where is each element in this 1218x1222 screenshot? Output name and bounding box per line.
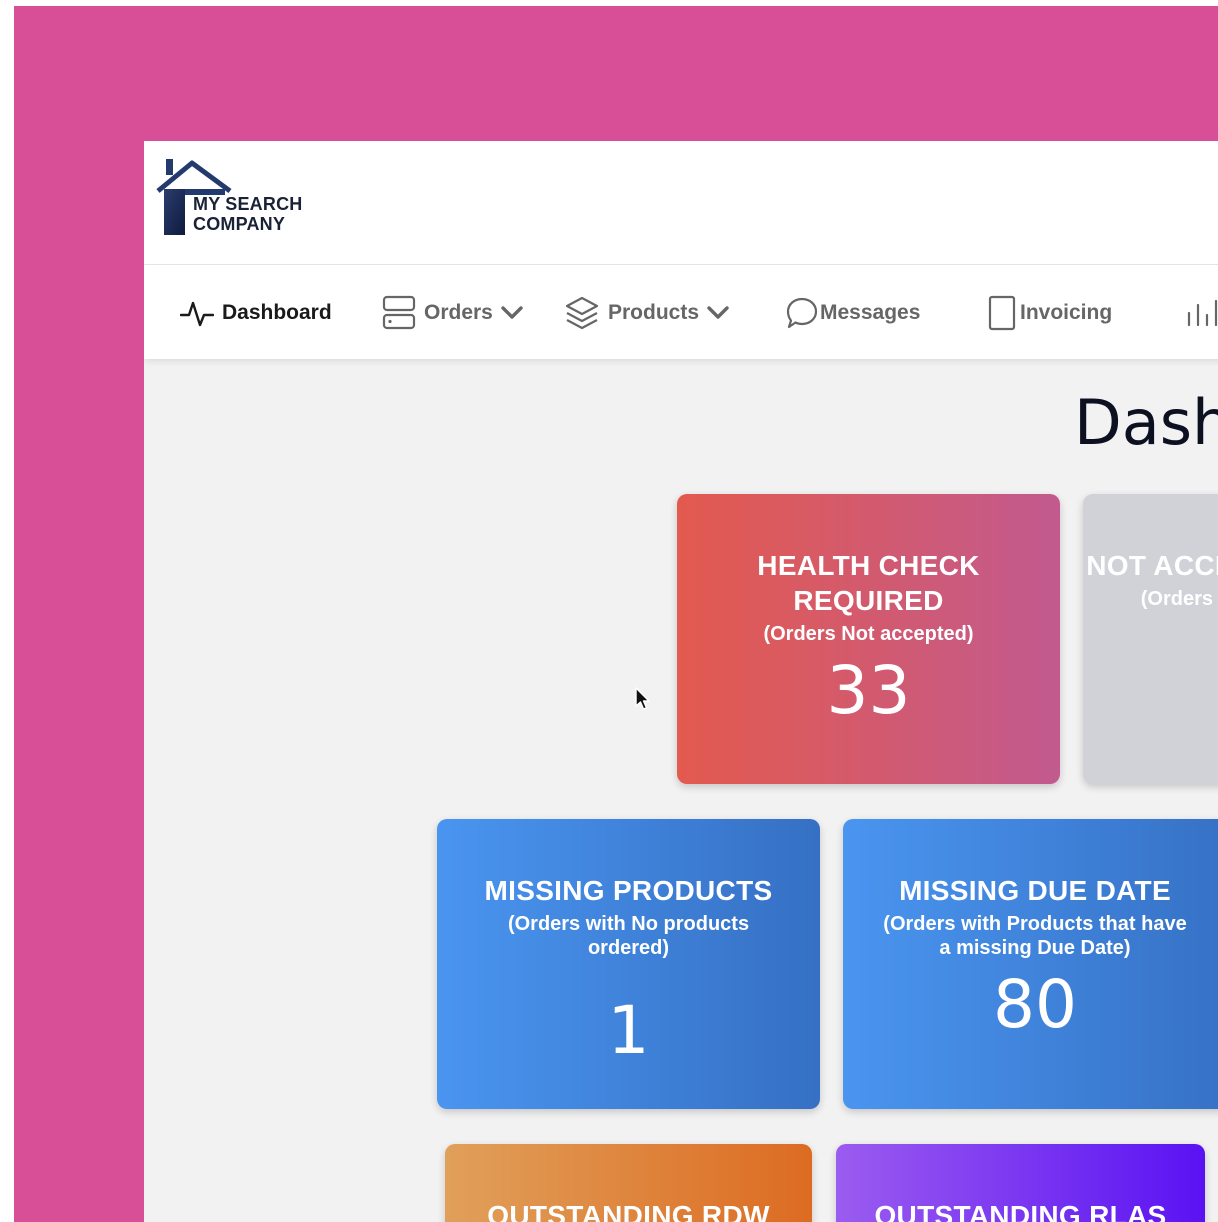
nav-products-label: Products — [608, 301, 700, 324]
nav-orders-label: Orders — [424, 301, 493, 324]
card-count: 1 — [607, 992, 650, 1069]
chevron-down-icon — [707, 306, 729, 319]
card-outstanding-rlas[interactable]: OUTSTANDING RLAS — [836, 1144, 1205, 1222]
card-missing-due-date[interactable]: MISSING DUE DATE (Orders with Products t… — [843, 819, 1218, 1109]
message-circle-icon — [786, 297, 818, 329]
card-subtitle-line-2: ordered) — [587, 937, 670, 959]
nav-messages[interactable]: Messages — [786, 293, 920, 333]
card-count: 80 — [993, 966, 1077, 1043]
activity-icon — [180, 301, 214, 327]
logo-line-1: MY SEARCH — [193, 194, 303, 214]
nav-products[interactable]: Products — [564, 293, 729, 333]
card-title: MISSING DUE DATE — [899, 875, 1171, 906]
card-subtitle: (Orders Not accepted) — [763, 623, 974, 645]
card-subtitle-line-2: a missing Due Date) — [939, 937, 1131, 959]
card-not-accepted[interactable]: NOT ACCEPTED (Orders that — [1083, 494, 1218, 784]
background-frame: MY SEARCH COMPANY Dashboard Orders Produ… — [14, 6, 1218, 1222]
card-missing-products[interactable]: MISSING PRODUCTS (Orders with No product… — [437, 819, 820, 1109]
server-icon — [382, 295, 416, 330]
logo-text: MY SEARCH COMPANY — [193, 194, 302, 234]
document-icon — [988, 295, 1016, 331]
nav-invoicing-label: Invoicing — [1020, 301, 1113, 324]
nav-messages-label: Messages — [820, 301, 921, 324]
nav-invoicing[interactable]: Invoicing — [988, 293, 1112, 333]
card-title: MISSING PRODUCTS — [484, 875, 773, 906]
nav-dashboard[interactable]: Dashboard — [180, 293, 332, 333]
card-title: OUTSTANDING RLAS — [874, 1200, 1167, 1222]
card-title: NOT ACCEPTED — [1086, 550, 1218, 581]
card-subtitle-line-1: (Orders with No products — [507, 913, 750, 935]
bar-chart-icon — [1187, 299, 1218, 327]
card-title-line-1: HEALTH CHECK — [757, 550, 980, 581]
card-count: 33 — [826, 652, 911, 729]
card-subtitle: (Orders that — [1140, 588, 1218, 610]
nav-dashboard-label: Dashboard — [222, 301, 332, 324]
card-subtitle-line-1: (Orders with Products that have — [883, 913, 1187, 935]
nav-orders[interactable]: Orders — [382, 293, 523, 333]
logo-line-2: COMPANY — [193, 214, 286, 234]
card-outstanding-rdw[interactable]: OUTSTANDING RDW — [445, 1144, 812, 1222]
card-health-check[interactable]: HEALTH CHECK REQUIRED (Orders Not accept… — [677, 494, 1060, 784]
app-window: MY SEARCH COMPANY Dashboard Orders Produ… — [144, 141, 1218, 1222]
main-nav: Dashboard Orders Products Messages Invoi… — [144, 265, 1218, 359]
page-title: Dashboard — [1074, 386, 1218, 459]
company-logo[interactable]: MY SEARCH COMPANY — [156, 157, 326, 237]
chevron-down-icon — [501, 306, 523, 319]
card-title: OUTSTANDING RDW — [487, 1200, 770, 1222]
card-title-line-2: REQUIRED — [793, 585, 944, 616]
mouse-cursor-icon — [635, 687, 650, 710]
layers-icon — [565, 296, 599, 330]
nav-reports[interactable] — [1186, 293, 1218, 333]
header: MY SEARCH COMPANY — [144, 141, 1218, 265]
